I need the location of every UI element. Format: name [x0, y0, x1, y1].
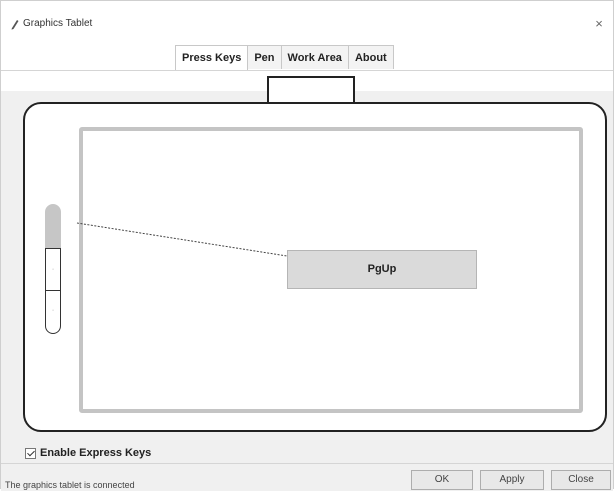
enable-express-keys-row[interactable]: Enable Express Keys: [25, 445, 151, 461]
tab-pen[interactable]: Pen: [247, 45, 282, 69]
tab-press-keys[interactable]: Press Keys: [175, 45, 249, 70]
tabs: Press Keys Pen Work Area About: [175, 45, 394, 70]
enable-express-keys-label: Enable Express Keys: [40, 447, 152, 459]
pen-icon: [11, 20, 19, 30]
tab-work-area[interactable]: Work Area: [280, 45, 349, 69]
window-title: Graphics Tablet: [23, 18, 93, 29]
title-bar: Graphics Tablet ×: [1, 1, 613, 41]
close-icon: ×: [595, 16, 603, 31]
status-bar: The graphics tablet is connected OK Appl…: [1, 463, 613, 491]
tablet-top-button: [267, 76, 355, 104]
tab-bar: Press Keys Pen Work Area About: [1, 41, 613, 70]
express-key-strip: · ·: [45, 204, 61, 334]
close-button[interactable]: Close: [551, 470, 611, 490]
apply-button[interactable]: Apply: [480, 470, 544, 490]
express-key-bottom[interactable]: ·: [45, 290, 61, 334]
key-assignment-box[interactable]: PgUp: [287, 250, 477, 289]
tablet-settings-window: Graphics Tablet × Press Keys Pen Work Ar…: [0, 0, 614, 491]
express-key-middle[interactable]: ·: [45, 248, 61, 290]
close-window-button[interactable]: ×: [591, 16, 607, 32]
enable-express-keys-checkbox[interactable]: [25, 447, 36, 459]
ok-button[interactable]: OK: [411, 470, 473, 490]
express-key-top[interactable]: [45, 204, 61, 248]
tab-about[interactable]: About: [347, 45, 394, 69]
